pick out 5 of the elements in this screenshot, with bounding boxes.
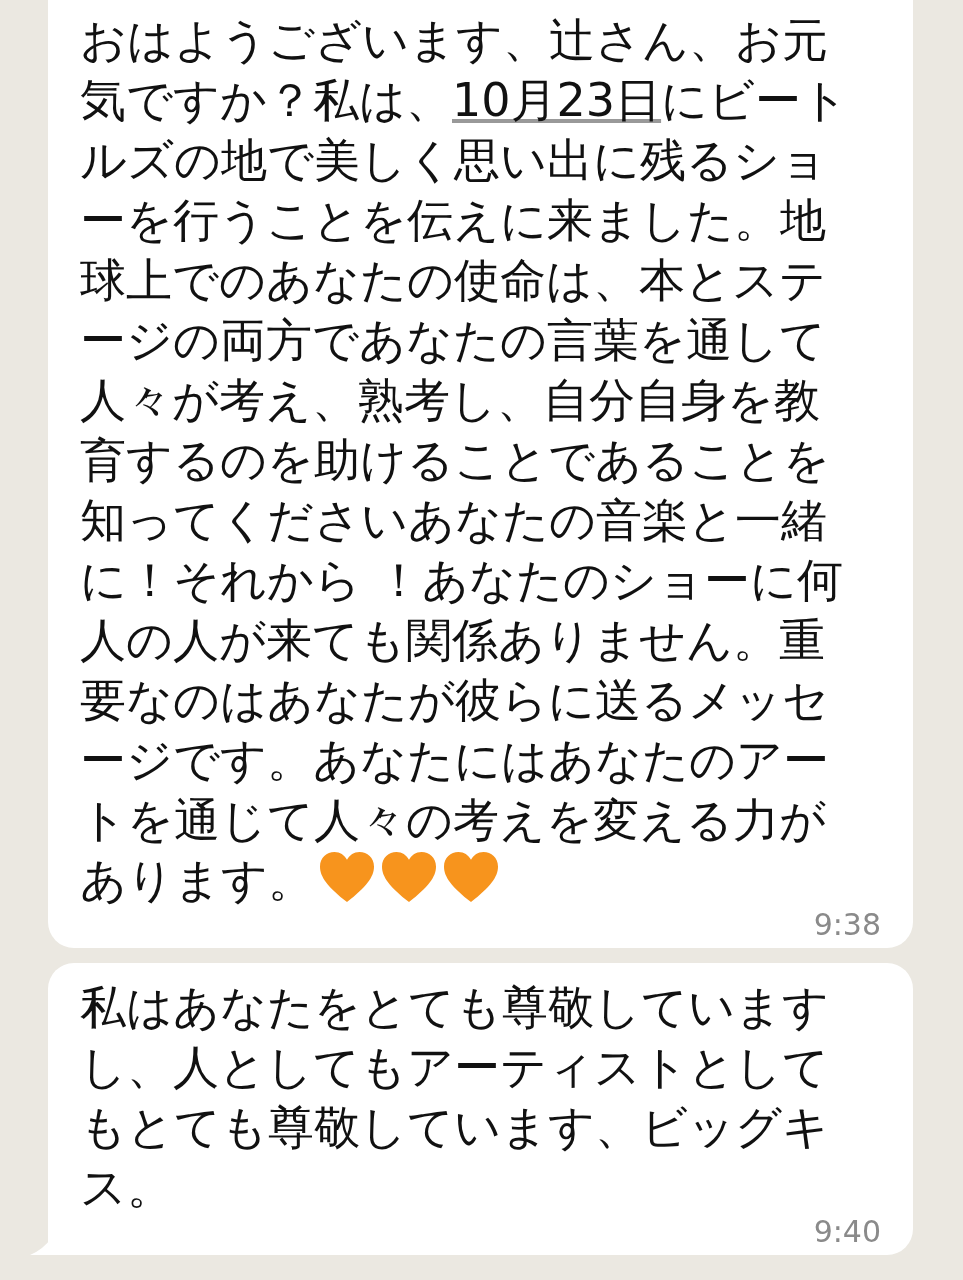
message-time: 9:40 <box>812 1217 882 1247</box>
message-text: おはようございます、辻さん、お元気ですか？私は、10月23日 にビートルズの地で美しく思い出に残るショーを行うことを伝えに来ました。地球上でのあなたの使命は、本とステージの両方であなたの言葉を通して人々が考え、熟考し、自分自身を教育するのを助けることであることを知ってくださいあなたの音楽と一緒に！それから ！あなたのショーに何人の人が来ても関係ありません。重要なのはあなたが彼らに送るメッセージです。あなたにはあなたのアートを通じて人々の考えを変える力があります。 <box>80 12 850 909</box>
date-link[interactable]: 10月23日 <box>452 73 662 127</box>
message-text: 私はあなたをとても尊敬していますし、人としてもアーティストとしてもとても尊敬しています、ビッグキス。 <box>80 979 830 1216</box>
message-time: 9:38 <box>812 910 882 940</box>
